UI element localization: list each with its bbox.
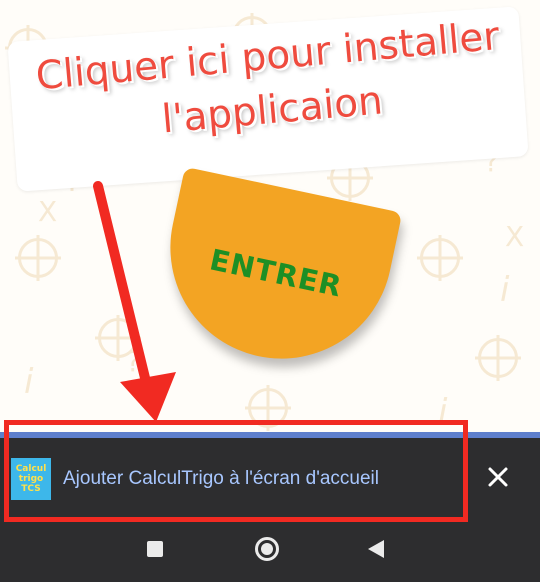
add-to-home-screen-link[interactable]: Ajouter CalculTrigo à l'écran d'accueil bbox=[63, 468, 379, 490]
home-icon[interactable] bbox=[255, 537, 279, 561]
back-icon[interactable] bbox=[368, 540, 384, 558]
crosshair-icon bbox=[478, 338, 518, 378]
app-icon-text-line: trigo bbox=[18, 474, 44, 484]
x-symbol-icon: X bbox=[38, 195, 58, 228]
question-mark-icon: ? bbox=[126, 345, 141, 378]
crosshair-icon bbox=[248, 388, 288, 428]
app-icon-text-line: TCS bbox=[21, 484, 41, 494]
recent-apps-icon[interactable] bbox=[147, 541, 163, 557]
info-i-icon: i bbox=[438, 392, 448, 432]
app-icon: Calcul trigo TCS bbox=[11, 458, 51, 500]
enter-button-label: ENTRER bbox=[206, 242, 346, 304]
crosshair-icon bbox=[18, 238, 58, 278]
info-i-icon: i bbox=[24, 362, 34, 402]
x-symbol-icon: X bbox=[505, 220, 525, 253]
close-icon[interactable] bbox=[481, 460, 515, 494]
crosshair-icon bbox=[420, 238, 460, 278]
info-i-icon: i bbox=[500, 270, 510, 310]
app-icon-text-line: Calcul bbox=[15, 464, 47, 474]
